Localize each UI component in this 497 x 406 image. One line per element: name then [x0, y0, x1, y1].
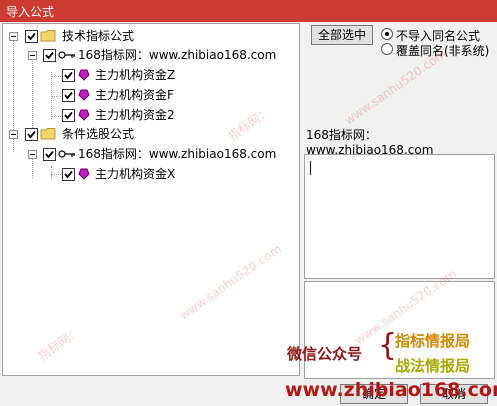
key-icon	[58, 150, 75, 158]
tree-formula-item[interactable]: 主力机构资金F	[3, 86, 293, 104]
formula-tree[interactable]: 技术指标公式 168指标网：www.zhibiao168.com 主力机构资金Z…	[2, 23, 300, 376]
diamond-icon	[78, 89, 90, 101]
formula-checkbox[interactable]	[62, 89, 75, 102]
tree-group-node[interactable]: 技术指标公式	[3, 27, 293, 45]
folder-icon	[40, 30, 56, 42]
window-title: 导入公式	[6, 5, 55, 19]
formula-checkbox[interactable]	[62, 168, 75, 181]
collapse-toggle[interactable]	[28, 150, 37, 159]
tree-source-node[interactable]: 168指标网：www.zhibiao168.com	[3, 46, 293, 64]
group-checkbox[interactable]	[25, 30, 38, 43]
select-all-button[interactable]: 全部选中	[311, 25, 373, 45]
collapse-toggle[interactable]	[28, 51, 37, 60]
source-label: 168指标网：www.zhibiao168.com	[78, 147, 277, 161]
promo-line1: 指标情报局	[395, 332, 471, 350]
group-label: 条件选股公式	[62, 127, 135, 141]
group-checkbox[interactable]	[25, 128, 38, 141]
radio-overwrite[interactable]	[381, 43, 393, 55]
collapse-toggle[interactable]	[9, 32, 18, 41]
group-label: 技术指标公式	[62, 29, 135, 43]
promo-wechat: 微信公众号	[287, 345, 363, 363]
tree-formula-item[interactable]: 主力机构资金X	[3, 165, 293, 183]
key-icon	[58, 51, 75, 59]
promo-url: www.zhibiao168.com	[285, 379, 497, 401]
formula-checkbox[interactable]	[62, 69, 75, 82]
folder-icon	[40, 128, 56, 140]
text-caret	[310, 161, 311, 175]
source-checkbox[interactable]	[43, 148, 56, 161]
diamond-icon	[78, 168, 90, 180]
formula-checkbox[interactable]	[62, 109, 75, 122]
diamond-icon	[78, 109, 90, 121]
formula-label: 主力机构资金F	[95, 88, 174, 102]
formula-label: 主力机构资金2	[95, 108, 175, 122]
description-textarea[interactable]	[304, 154, 495, 279]
radio-skip-duplicates[interactable]	[381, 28, 393, 40]
promo-line2: 战法情报局	[395, 357, 471, 375]
collapse-toggle[interactable]	[9, 130, 18, 139]
source-label: 168指标网：www.zhibiao168.com	[78, 48, 277, 62]
info-url: www.zhibiao168.com	[306, 143, 434, 154]
formula-label: 主力机构资金X	[95, 167, 176, 181]
formula-label: 主力机构资金Z	[95, 68, 176, 82]
tree-formula-item[interactable]: 主力机构资金Z	[3, 66, 293, 84]
diamond-icon	[78, 69, 90, 81]
source-checkbox[interactable]	[43, 49, 56, 62]
title-bar: 导入公式	[0, 0, 497, 22]
info-title: 168指标网：	[306, 128, 377, 142]
tree-source-node[interactable]: 168指标网：www.zhibiao168.com	[3, 145, 293, 163]
